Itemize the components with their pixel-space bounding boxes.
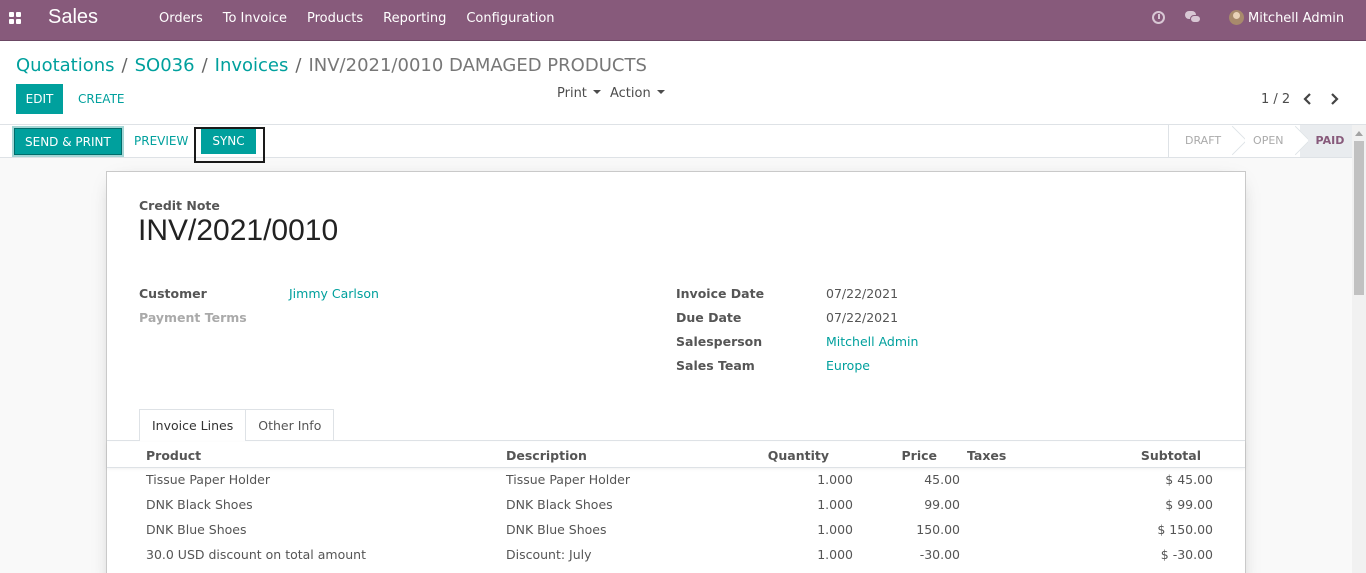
breadcrumb-invoices[interactable]: Invoices	[215, 55, 289, 76]
cell-product: DNK Blue Shoes	[146, 522, 247, 537]
column-price[interactable]: Price	[837, 448, 938, 463]
print-dropdown[interactable]: Print	[557, 86, 601, 101]
column-description[interactable]: Description	[506, 448, 587, 463]
invoice-date-value: 07/22/2021	[826, 286, 899, 301]
page-scrollbar[interactable]	[1352, 125, 1366, 573]
scroll-up-icon[interactable]	[1355, 131, 1363, 136]
top-navbar: Sales Orders To Invoice Products Reporti…	[0, 0, 1366, 41]
preview-button[interactable]: PREVIEW	[126, 128, 196, 155]
salesperson-value[interactable]: Mitchell Admin	[826, 334, 918, 349]
tab-invoice-lines[interactable]: Invoice Lines	[139, 409, 247, 441]
form-sheet: Credit Note INV/2021/0010 Customer Jimmy…	[106, 171, 1246, 573]
table-row[interactable]: DNK Black Shoes DNK Black Shoes 1.000 99…	[107, 493, 1245, 518]
tab-other-info[interactable]: Other Info	[246, 409, 335, 441]
action-dropdown-label: Action	[610, 86, 651, 101]
salesperson-label: Salesperson	[676, 334, 763, 349]
cell-subtotal: $ 45.00	[1165, 472, 1213, 487]
menu-reporting[interactable]: Reporting	[373, 0, 456, 41]
status-stages: DRAFT OPEN PAID	[1168, 125, 1366, 157]
column-quantity[interactable]: Quantity	[729, 448, 829, 463]
breadcrumb-current: INV/2021/0010 DAMAGED PRODUCTS	[308, 55, 647, 76]
stage-arrow-icon	[1292, 125, 1308, 157]
cell-price: -30.00	[919, 547, 960, 562]
stage-draft-label: DRAFT	[1185, 134, 1222, 147]
table-header: Product Description Quantity Price Taxes…	[107, 442, 1245, 468]
customer-label: Customer	[139, 286, 207, 301]
action-dropdown[interactable]: Action	[610, 86, 665, 101]
cell-description: DNK Blue Shoes	[506, 522, 607, 537]
document-number: INV/2021/0010	[138, 214, 339, 247]
chat-icon[interactable]	[1185, 11, 1201, 24]
cell-subtotal: $ 99.00	[1165, 497, 1213, 512]
payment-terms-label: Payment Terms	[139, 310, 247, 325]
cell-quantity: 1.000	[817, 497, 853, 512]
menu-orders[interactable]: Orders	[149, 0, 213, 41]
table-row[interactable]: Tissue Paper Holder Tissue Paper Holder …	[107, 468, 1245, 493]
table-row[interactable]: DNK Blue Shoes DNK Blue Shoes 1.000 150.…	[107, 518, 1245, 543]
stage-arrow-icon	[1229, 125, 1245, 157]
invoice-lines-table: Product Description Quantity Price Taxes…	[107, 442, 1245, 568]
breadcrumb-order[interactable]: SO036	[135, 55, 195, 76]
cell-price: 45.00	[924, 472, 960, 487]
menu-configuration[interactable]: Configuration	[456, 0, 564, 41]
cell-price: 150.00	[916, 522, 960, 537]
customer-value[interactable]: Jimmy Carlson	[289, 286, 379, 301]
table-row[interactable]: 30.0 USD discount on total amount Discou…	[107, 543, 1245, 568]
print-dropdown-label: Print	[557, 86, 587, 101]
notebook-tabs: Invoice Lines Other Info	[139, 409, 335, 441]
stage-paid-label: PAID	[1315, 134, 1345, 147]
cell-quantity: 1.000	[817, 522, 853, 537]
due-date-label: Due Date	[676, 310, 742, 325]
column-taxes[interactable]: Taxes	[967, 448, 1006, 463]
pager-previous-icon[interactable]	[1301, 92, 1313, 106]
menu-to-invoice[interactable]: To Invoice	[213, 0, 297, 41]
main-menu: Orders To Invoice Products Reporting Con…	[149, 0, 565, 41]
stage-draft[interactable]: DRAFT	[1169, 125, 1237, 157]
sync-button[interactable]: SYNC	[201, 129, 256, 154]
pager-value[interactable]: 1 / 2	[1261, 92, 1290, 107]
breadcrumb-separator: /	[201, 55, 208, 76]
app-name[interactable]: Sales	[48, 6, 98, 29]
stage-open[interactable]: OPEN	[1237, 125, 1299, 157]
cell-quantity: 1.000	[817, 472, 853, 487]
column-subtotal[interactable]: Subtotal	[1101, 448, 1201, 463]
cell-price: 99.00	[924, 497, 960, 512]
control-panel: Quotations / SO036 / Invoices / INV/2021…	[0, 41, 1366, 125]
edit-button[interactable]: EDIT	[16, 84, 63, 114]
send-print-button[interactable]: SEND & PRINT	[14, 128, 122, 155]
breadcrumb: Quotations / SO036 / Invoices / INV/2021…	[16, 55, 647, 76]
user-avatar[interactable]	[1229, 10, 1244, 25]
breadcrumb-quotations[interactable]: Quotations	[16, 55, 115, 76]
cell-subtotal: $ 150.00	[1157, 522, 1213, 537]
menu-products[interactable]: Products	[297, 0, 373, 41]
cell-subtotal: $ -30.00	[1160, 547, 1213, 562]
apps-menu-icon[interactable]	[9, 12, 23, 26]
sales-team-label: Sales Team	[676, 358, 755, 373]
clock-icon[interactable]	[1152, 11, 1165, 24]
cell-quantity: 1.000	[817, 547, 853, 562]
breadcrumb-separator: /	[121, 55, 128, 76]
breadcrumb-separator: /	[295, 55, 302, 76]
sales-team-value[interactable]: Europe	[826, 358, 870, 373]
stage-open-label: OPEN	[1253, 134, 1284, 147]
invoice-date-label: Invoice Date	[676, 286, 765, 301]
create-button[interactable]: CREATE	[68, 84, 135, 114]
cell-product: DNK Black Shoes	[146, 497, 253, 512]
cell-product: Tissue Paper Holder	[146, 472, 270, 487]
cell-description: Tissue Paper Holder	[506, 472, 630, 487]
form-statusbar: SEND & PRINT PREVIEW SYNC DRAFT OPEN PAI…	[0, 125, 1366, 163]
cell-product: 30.0 USD discount on total amount	[146, 547, 366, 562]
cell-description: DNK Black Shoes	[506, 497, 613, 512]
due-date-value: 07/22/2021	[826, 310, 899, 325]
document-type: Credit Note	[139, 198, 220, 213]
pager-next-icon[interactable]	[1329, 92, 1341, 106]
user-menu[interactable]: Mitchell Admin	[1248, 11, 1344, 26]
cell-description: Discount: July	[506, 547, 592, 562]
caret-down-icon	[592, 90, 601, 94]
scrollbar-thumb[interactable]	[1354, 141, 1364, 295]
caret-down-icon	[656, 90, 665, 94]
column-product[interactable]: Product	[146, 448, 201, 463]
